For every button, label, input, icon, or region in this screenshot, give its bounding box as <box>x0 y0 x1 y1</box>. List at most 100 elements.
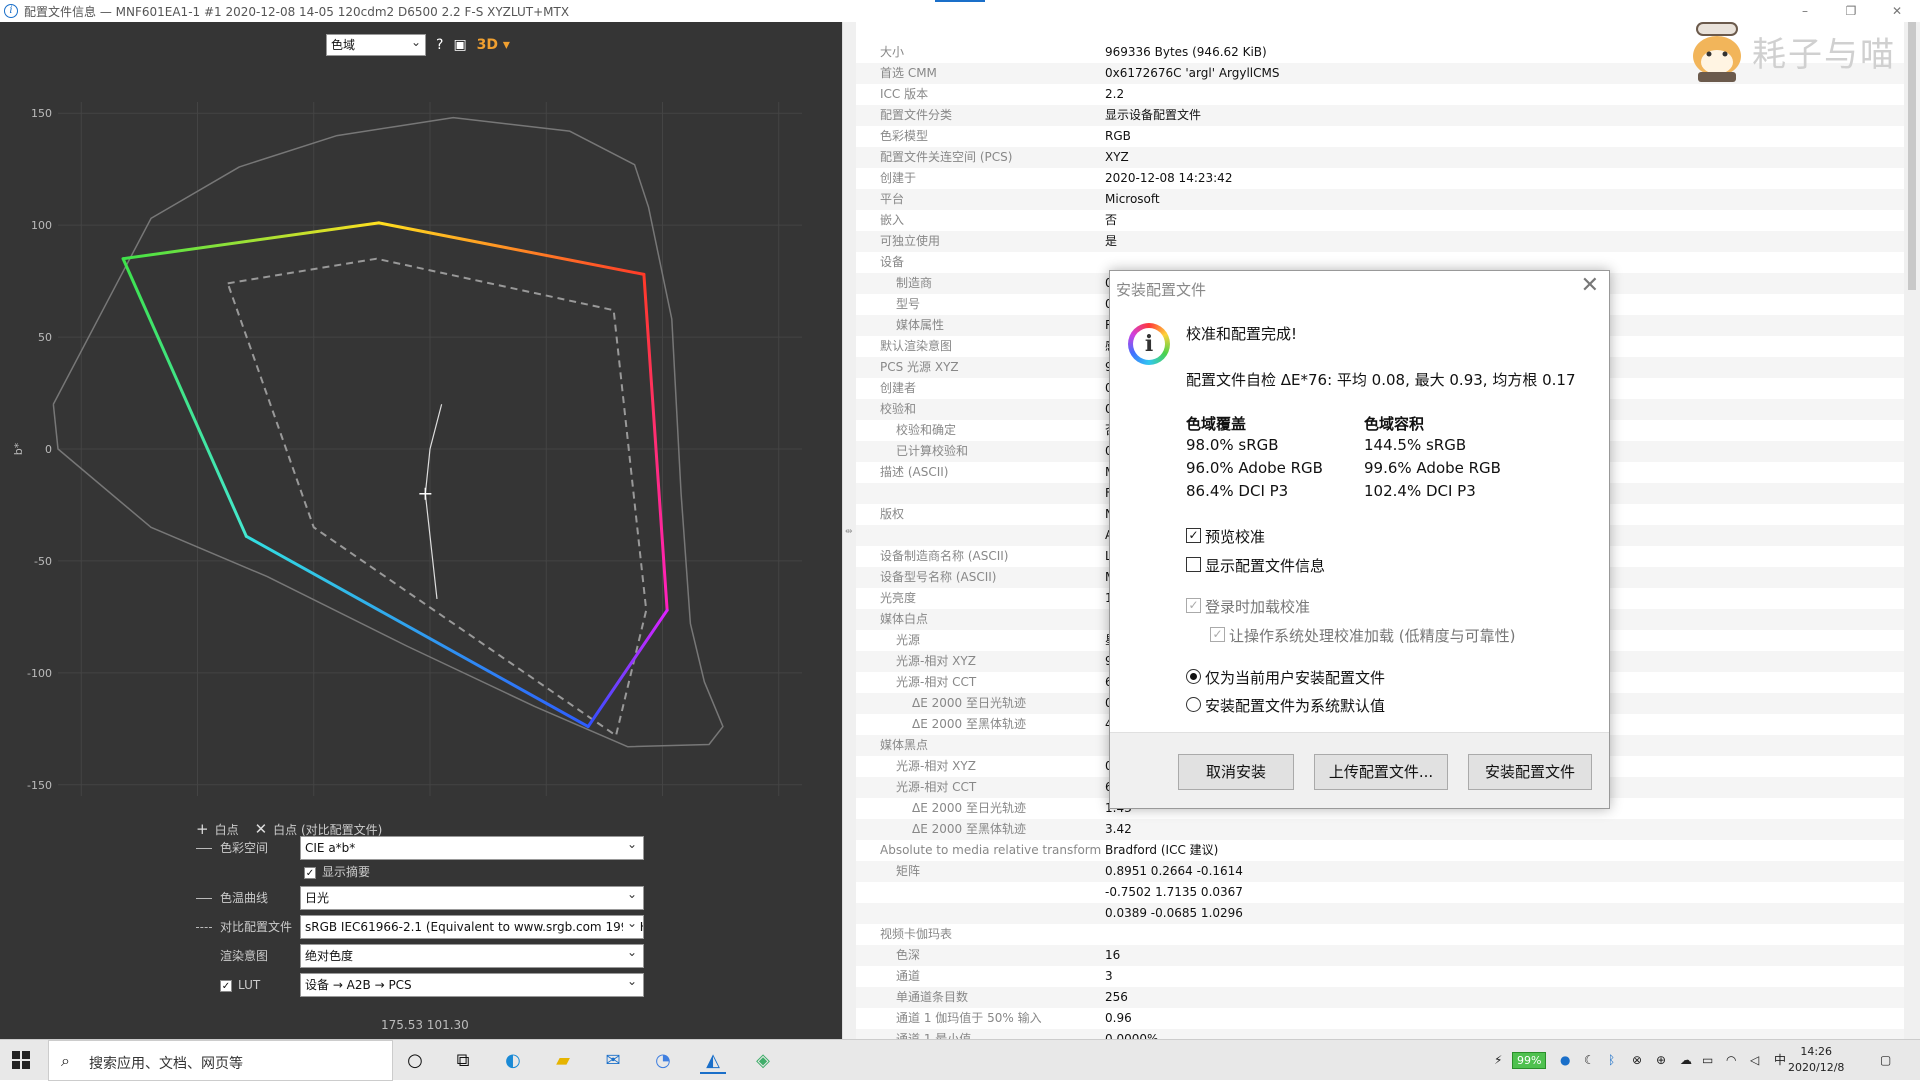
tray-app-icon[interactable]: ● <box>1560 1040 1570 1081</box>
cursor-coordinates: 175.53 101.30 <box>381 1018 469 1032</box>
load-on-login-checkbox: ✓ <box>1186 598 1201 613</box>
property-key: 光亮度 <box>880 591 917 605</box>
vertical-scrollbar[interactable] <box>1904 22 1920 1039</box>
current-user-option[interactable]: 仅为当前用户安装配置文件 <box>1186 667 1385 688</box>
install-profile-button[interactable]: 安装配置文件 <box>1468 754 1592 790</box>
whitepoint-curve-select[interactable]: 日光 <box>300 886 644 910</box>
view-select[interactable]: 色域 <box>326 32 426 56</box>
lut-checkbox[interactable]: ✓ <box>220 979 232 992</box>
bluetooth-icon[interactable]: ᛒ <box>1608 1040 1615 1081</box>
property-key: ΔE 2000 至日光轨迹 <box>912 696 1026 710</box>
wifi-icon[interactable]: ◠ <box>1726 1040 1736 1081</box>
show-summary-checkbox[interactable]: ✓ <box>304 866 316 879</box>
compare-profile-select[interactable]: sRGB IEC61966-2.1 (Equivalent to www.srg… <box>300 915 644 939</box>
cortana-icon[interactable]: ○ <box>402 1048 428 1074</box>
profile-gamut-edge <box>642 272 669 612</box>
property-key: 大小 <box>880 45 905 59</box>
property-value: Bradford (ICC 建议) <box>1105 843 1219 857</box>
property-key: 已计算校验和 <box>896 444 969 458</box>
system-default-radio[interactable] <box>1186 697 1201 712</box>
gamut-plot[interactable]: -150-100-50050100150150100500-50-100-150… <box>0 62 842 802</box>
property-value: 16 <box>1105 948 1121 962</box>
volume-icon[interactable]: ◁ <box>1750 1040 1759 1081</box>
compare-label: 对比配置文件 <box>220 920 293 934</box>
property-key: 可独立使用 <box>880 234 941 248</box>
network-globe-icon[interactable]: ⊕ <box>1656 1040 1666 1081</box>
property-key: 光源 <box>896 633 921 647</box>
preview-calibration-checkbox[interactable]: ✓ <box>1186 528 1201 543</box>
profile-app-icon[interactable]: ◈ <box>750 1048 776 1074</box>
coverage-srgb: 98.0% sRGB <box>1186 436 1279 454</box>
property-key: 校验和 <box>880 402 917 416</box>
current-user-radio[interactable] <box>1186 669 1201 684</box>
property-value: RGB <box>1105 129 1131 143</box>
property-value: 3 <box>1105 969 1113 983</box>
system-default-option[interactable]: 安装配置文件为系统默认值 <box>1186 695 1385 716</box>
file-explorer-icon[interactable]: ▰ <box>550 1048 576 1074</box>
keyboard-icon[interactable]: ▭ <box>1702 1040 1713 1081</box>
tray-close-icon[interactable]: ⊗ <box>1632 1040 1642 1081</box>
intent-select[interactable]: 绝对色度 <box>300 944 644 968</box>
property-key: 配置文件分类 <box>880 108 953 122</box>
y-tick-label: 150 <box>31 107 52 120</box>
property-key: 校验和确定 <box>896 423 957 437</box>
lut-select[interactable]: 设备 → A2B → PCS <box>300 973 644 997</box>
property-value: 是 <box>1105 234 1118 248</box>
show-summary-row[interactable]: ✓ 显示摘要 <box>304 860 370 884</box>
clock-app-icon[interactable]: ◔ <box>650 1048 676 1074</box>
taskbar-search[interactable]: ⌕ 搜索应用、文档、网页等 <box>48 1040 393 1081</box>
colorspace-label: 色彩空间 <box>220 841 269 855</box>
task-view-icon[interactable]: ⧉ <box>450 1048 476 1074</box>
intent-row: 渲染意图 <box>196 944 304 968</box>
panel-splitter[interactable]: ⇹ <box>842 22 856 1039</box>
taskbar-clock[interactable]: 14:26 2020/12/8 <box>1788 1044 1844 1076</box>
y-tick-label: 50 <box>38 331 52 344</box>
show-profile-info-option[interactable]: 显示配置文件信息 <box>1186 555 1325 576</box>
property-key: 设备制造商名称 (ASCII) <box>880 549 1009 563</box>
dialog-close-button[interactable]: ✕ <box>1581 273 1599 298</box>
battery-indicator[interactable]: 99% <box>1512 1052 1547 1069</box>
3d-view-icon[interactable]: 3D ▾ <box>477 37 510 53</box>
property-value: 0.0000% <box>1105 1032 1159 1039</box>
help-icon[interactable]: ? <box>436 37 443 53</box>
cat-logo-icon <box>1693 22 1741 82</box>
mail-icon[interactable]: ✉ <box>600 1048 626 1074</box>
property-key: 描述 (ASCII) <box>880 465 949 479</box>
property-key: 创建者 <box>880 381 917 395</box>
taskbar: ⌕ 搜索应用、文档、网页等 ○ ⧉ ◐ ▰ ✉ ◔ ◭ ◈ ⚡ 99% ● ☾ … <box>0 1039 1920 1081</box>
lut-row[interactable]: ✓ LUT <box>220 973 260 997</box>
daylight-locus-line <box>424 404 443 600</box>
property-key: 嵌入 <box>880 213 905 227</box>
show-profile-info-checkbox[interactable] <box>1186 557 1201 572</box>
notification-icon[interactable]: ▢ <box>1880 1040 1891 1081</box>
cloud-icon[interactable]: ☁ <box>1680 1040 1692 1081</box>
tray-moon-icon[interactable]: ☾ <box>1584 1040 1595 1081</box>
property-value: 0x6172676C 'argl' ArgyllCMS <box>1105 66 1280 80</box>
os-handles-option: ✓ 让操作系统处理校准加载 (低精度与可靠性) <box>1210 625 1515 646</box>
start-button[interactable] <box>12 1051 30 1069</box>
property-key: ΔE 2000 至日光轨迹 <box>912 801 1026 815</box>
property-key: 光源-相对 XYZ <box>896 759 976 773</box>
title-bar: i 配置文件信息 — MNF601EA1-1 #1 2020-12-08 14-… <box>0 0 1920 22</box>
search-icon: ⌕ <box>61 1051 70 1070</box>
displaycal-icon[interactable]: ◭ <box>700 1048 726 1074</box>
upload-profile-button[interactable]: 上传配置文件... <box>1314 754 1448 790</box>
property-key: 默认渲染意图 <box>880 339 953 353</box>
image-icon[interactable]: ▣ <box>453 37 466 53</box>
dialog-title: 安装配置文件 <box>1116 281 1207 299</box>
edge-icon[interactable]: ◐ <box>500 1048 526 1074</box>
preview-calibration-option[interactable]: ✓ 预览校准 <box>1186 526 1265 547</box>
cancel-install-button[interactable]: 取消安装 <box>1178 754 1294 790</box>
property-row: 创建于 2020-12-08 14:23:42 <box>856 168 1906 189</box>
power-plug-icon[interactable]: ⚡ <box>1494 1040 1502 1081</box>
property-key: 光源-相对 CCT <box>896 675 977 689</box>
property-key: ΔE 2000 至黑体轨迹 <box>912 822 1026 836</box>
profile-gamut-edge <box>121 257 248 538</box>
property-value: 显示设备配置文件 <box>1105 108 1202 122</box>
scrollbar-thumb[interactable] <box>1908 22 1916 290</box>
ime-indicator[interactable]: 中 <box>1774 1040 1786 1081</box>
property-row: 平台 Microsoft <box>856 189 1906 210</box>
colorspace-select[interactable]: CIE a*b* <box>300 836 644 860</box>
property-key: PCS 光源 XYZ <box>880 360 959 374</box>
property-key: 创建于 <box>880 171 917 185</box>
